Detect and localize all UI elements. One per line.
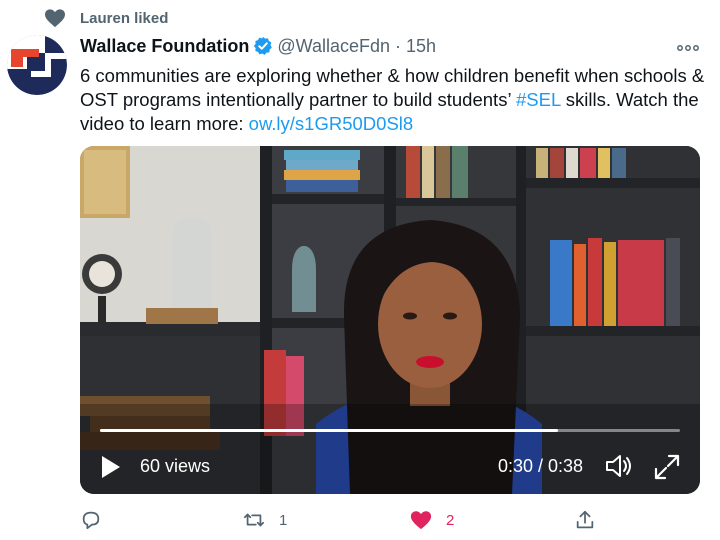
video-progress-bar[interactable] xyxy=(100,429,680,432)
more-options-icon[interactable] xyxy=(676,40,700,56)
share-button[interactable] xyxy=(574,506,596,534)
heart-filled-icon xyxy=(410,511,432,530)
retweet-icon xyxy=(243,513,265,527)
url-link[interactable]: ow.ly/s1GR50D0Sl8 xyxy=(249,113,414,134)
social-context-text[interactable]: Lauren liked xyxy=(80,10,168,27)
volume-icon[interactable] xyxy=(604,452,634,480)
author-handle[interactable]: @WallaceFdn xyxy=(277,36,390,56)
verified-badge-icon xyxy=(254,36,273,55)
tweet-header: Wallace Foundation @WallaceFdn · 15h xyxy=(80,36,436,62)
video-progress-fill xyxy=(100,429,559,432)
tweet-text: 6 communities are exploring whether & ho… xyxy=(80,64,708,136)
like-button[interactable]: 2 xyxy=(410,506,454,534)
tweet-actions: 1 2 xyxy=(80,506,700,534)
fullscreen-icon[interactable] xyxy=(654,454,680,480)
separator-dot: · xyxy=(395,36,401,56)
reply-icon xyxy=(82,511,100,530)
video-player[interactable]: 60 views 0:30 / 0:38 xyxy=(80,146,700,494)
heart-icon xyxy=(45,9,65,28)
play-icon[interactable] xyxy=(100,454,122,480)
wallace-logo xyxy=(7,35,67,95)
reply-button[interactable] xyxy=(80,506,116,534)
retweet-count: 1 xyxy=(279,511,288,529)
avatar[interactable] xyxy=(7,35,67,95)
retweet-button[interactable]: 1 xyxy=(243,506,287,534)
view-count: 60 views xyxy=(140,456,211,476)
video-timecode: 0:30 / 0:38 xyxy=(498,456,584,476)
timestamp[interactable]: 15h xyxy=(406,36,436,56)
social-context: Lauren liked xyxy=(0,4,720,32)
hashtag-link[interactable]: #SEL xyxy=(516,89,561,110)
share-icon xyxy=(576,510,594,529)
author-name[interactable]: Wallace Foundation xyxy=(80,36,249,56)
like-count: 2 xyxy=(446,511,455,529)
video-frame xyxy=(80,146,700,494)
